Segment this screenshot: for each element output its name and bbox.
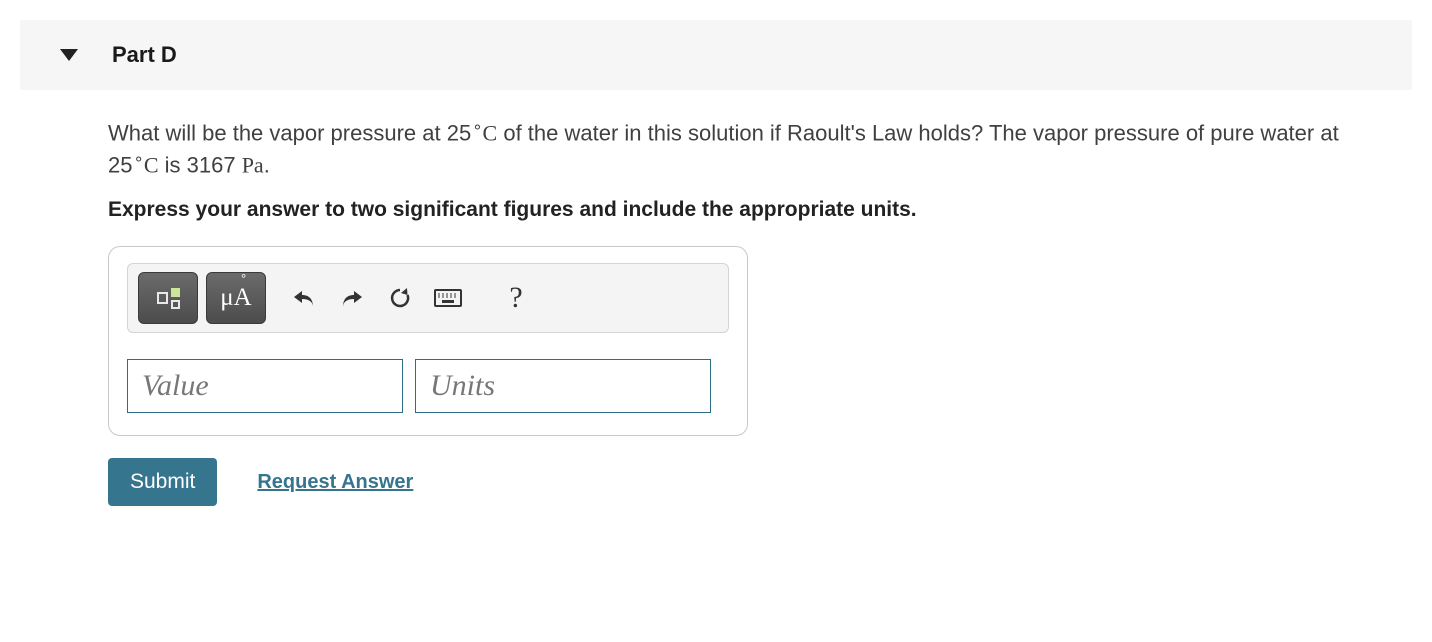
help-button[interactable]: ? <box>496 278 536 318</box>
request-answer-link[interactable]: Request Answer <box>257 471 413 494</box>
value-input[interactable] <box>127 359 403 413</box>
mu-a-icon: μA <box>220 284 251 312</box>
undo-button[interactable] <box>284 278 324 318</box>
equation-toolbar: μA ? <box>127 263 729 333</box>
reset-icon <box>388 286 412 310</box>
template-icon <box>157 288 180 309</box>
redo-icon <box>339 287 365 309</box>
answer-panel: μA ? <box>108 246 748 436</box>
degree-symbol: ∘ <box>472 118 482 136</box>
degree-symbol: ∘ <box>133 150 143 168</box>
question-segment: is 3167 <box>159 152 242 177</box>
unit-pa: Pa <box>242 152 264 177</box>
collapse-icon[interactable] <box>60 49 78 61</box>
submit-button[interactable]: Submit <box>108 458 217 506</box>
question-segment: What will be the vapor pressure at 25 <box>108 120 471 145</box>
redo-button[interactable] <box>332 278 372 318</box>
help-icon: ? <box>509 281 522 315</box>
part-title: Part D <box>112 42 177 68</box>
answer-instruction: Express your answer to two significant f… <box>108 198 1380 222</box>
part-header: Part D <box>20 20 1412 90</box>
unit-c: C <box>483 120 498 145</box>
template-button[interactable] <box>138 272 198 324</box>
question-segment: . <box>264 152 270 177</box>
action-row: Submit Request Answer <box>108 458 1380 506</box>
keyboard-icon <box>434 289 462 307</box>
special-chars-button[interactable]: μA <box>206 272 266 324</box>
reset-button[interactable] <box>380 278 420 318</box>
question-text: What will be the vapor pressure at 25∘C … <box>108 116 1380 180</box>
unit-c: C <box>144 152 159 177</box>
answer-inputs <box>127 359 729 413</box>
undo-icon <box>291 287 317 309</box>
units-input[interactable] <box>415 359 711 413</box>
keyboard-button[interactable] <box>428 278 468 318</box>
